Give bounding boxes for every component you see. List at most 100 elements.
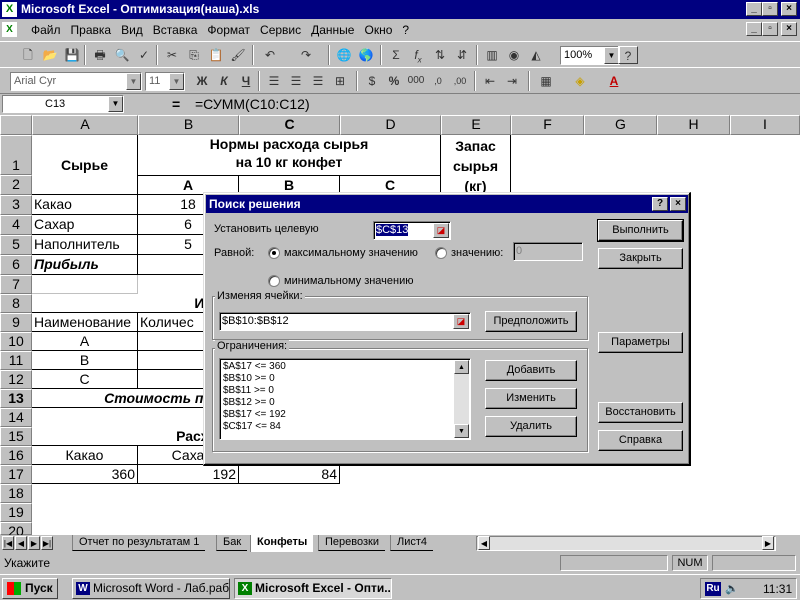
- column-header-e[interactable]: E: [441, 115, 511, 135]
- menu-help[interactable]: ?: [397, 23, 414, 37]
- row-header[interactable]: 9: [0, 313, 32, 332]
- sort-asc-icon[interactable]: ⇅: [430, 46, 450, 64]
- decrease-decimal-icon[interactable]: ,00: [450, 72, 470, 90]
- merge-center-icon[interactable]: ⊞: [330, 72, 350, 90]
- menu-edit[interactable]: Правка: [66, 23, 117, 37]
- web-toolbar-icon[interactable]: 🌎: [356, 46, 376, 64]
- cell-c17[interactable]: 84: [239, 465, 340, 484]
- maximize-button[interactable]: ▫: [762, 2, 778, 16]
- format-painter-icon[interactable]: 🖌: [228, 46, 248, 64]
- cell-a7[interactable]: [32, 275, 138, 294]
- cell-a16[interactable]: Какао: [32, 446, 138, 465]
- options-button[interactable]: Параметры: [598, 332, 683, 353]
- undo-icon[interactable]: ↶: [260, 46, 280, 64]
- row-header[interactable]: 10: [0, 332, 32, 351]
- row-header[interactable]: 13: [0, 389, 32, 408]
- autosum-icon[interactable]: Σ: [386, 46, 406, 64]
- print-preview-icon[interactable]: 🔍: [112, 46, 132, 64]
- column-header-f[interactable]: F: [511, 115, 584, 135]
- align-left-icon[interactable]: ☰: [264, 72, 284, 90]
- row-header[interactable]: 18: [0, 484, 32, 503]
- chevron-down-icon[interactable]: ▼: [108, 96, 123, 112]
- chart-wizard-icon[interactable]: ▥: [482, 46, 502, 64]
- target-cell-input[interactable]: $C$13 ◪: [373, 221, 451, 240]
- cell-a4[interactable]: Сахар: [32, 215, 138, 235]
- cell-a5[interactable]: Наполнитель: [32, 235, 138, 255]
- map-icon[interactable]: ◉: [504, 46, 524, 64]
- constraint-item[interactable]: $B$10 >= 0: [223, 373, 275, 385]
- horizontal-scrollbar[interactable]: [476, 536, 776, 551]
- scroll-right-icon[interactable]: ▶: [762, 536, 774, 550]
- delete-button[interactable]: Удалить: [485, 416, 577, 437]
- first-sheet-icon[interactable]: |◀: [2, 536, 14, 550]
- row-header[interactable]: 15: [0, 427, 32, 446]
- select-all-corner[interactable]: [0, 115, 32, 135]
- cell-a3[interactable]: Какао: [32, 195, 138, 215]
- borders-icon[interactable]: ▦: [536, 72, 556, 90]
- menu-insert[interactable]: Вставка: [148, 23, 203, 37]
- constraint-item[interactable]: $B$12 >= 0: [223, 397, 275, 409]
- redo-icon[interactable]: ↷: [296, 46, 316, 64]
- scroll-up-icon[interactable]: ▲: [454, 360, 469, 374]
- decrease-indent-icon[interactable]: ⇤: [480, 72, 500, 90]
- cell-a10[interactable]: A: [32, 332, 138, 351]
- chevron-down-icon[interactable]: ▼: [169, 73, 184, 90]
- row-header[interactable]: 12: [0, 370, 32, 389]
- row-header[interactable]: 4: [0, 215, 32, 235]
- column-header-a[interactable]: A: [32, 115, 138, 135]
- increase-indent-icon[interactable]: ⇥: [502, 72, 522, 90]
- solve-button[interactable]: Выполнить: [597, 219, 684, 242]
- sort-desc-icon[interactable]: ⇵: [452, 46, 472, 64]
- menu-window[interactable]: Окно: [359, 23, 397, 37]
- scroll-left-icon[interactable]: ◀: [478, 536, 490, 550]
- zoom-select[interactable]: 100% ▼: [560, 46, 620, 65]
- function-icon[interactable]: fx: [408, 46, 428, 64]
- row-header[interactable]: 14: [0, 408, 32, 427]
- task-excel-button[interactable]: X Microsoft Excel - Опти...: [234, 578, 392, 599]
- cell-a17[interactable]: 360: [32, 465, 138, 484]
- sheet-tab[interactable]: Перевозки: [318, 535, 385, 551]
- sheet-tab-active[interactable]: Конфеты: [250, 535, 314, 552]
- chevron-down-icon[interactable]: ▼: [604, 47, 619, 64]
- add-button[interactable]: Добавить: [485, 360, 577, 381]
- collapse-dialog-icon[interactable]: ◪: [433, 223, 449, 238]
- row-header[interactable]: 6: [0, 255, 32, 275]
- workbook-icon[interactable]: X: [2, 22, 17, 37]
- max-option-label[interactable]: максимальному значению: [284, 247, 418, 259]
- value-radio[interactable]: [435, 247, 447, 259]
- save-icon[interactable]: 💾: [62, 46, 82, 64]
- language-indicator[interactable]: Ru: [705, 582, 721, 596]
- cell-a1[interactable]: Сырье: [32, 135, 138, 195]
- row-header[interactable]: 1: [0, 135, 32, 175]
- scroll-down-icon[interactable]: ▼: [454, 424, 469, 438]
- percent-button[interactable]: %: [384, 72, 404, 90]
- comma-style-icon[interactable]: 000: [406, 72, 426, 90]
- cell-a11[interactable]: B: [32, 351, 138, 370]
- doc-close-button[interactable]: ×: [781, 22, 797, 36]
- row-header[interactable]: 3: [0, 195, 32, 215]
- last-sheet-icon[interactable]: ▶|: [41, 536, 53, 550]
- row-header[interactable]: 19: [0, 503, 32, 522]
- row-header[interactable]: 16: [0, 446, 32, 465]
- cell-b1[interactable]: Нормы расхода сырья на 10 кг конфет: [138, 135, 441, 175]
- prev-sheet-icon[interactable]: ◀: [15, 536, 27, 550]
- change-button[interactable]: Изменить: [485, 388, 577, 409]
- formula-equals[interactable]: =: [172, 96, 180, 112]
- font-color-icon[interactable]: A: [604, 72, 624, 90]
- row-header[interactable]: 17: [0, 465, 32, 484]
- cell-a12[interactable]: C: [32, 370, 138, 389]
- sheet-tab[interactable]: Отчет по результатам 1: [72, 535, 206, 551]
- value-input[interactable]: 0: [513, 242, 583, 261]
- speaker-icon[interactable]: 🔈: [725, 582, 739, 595]
- menu-tools[interactable]: Сервис: [255, 23, 306, 37]
- help-icon[interactable]: ?: [618, 46, 638, 64]
- row-header[interactable]: 2: [0, 175, 32, 195]
- reset-all-button[interactable]: Восстановить: [598, 402, 683, 423]
- close-dialog-button[interactable]: Закрыть: [598, 248, 683, 269]
- font-size-select[interactable]: 11 ▼: [145, 72, 185, 91]
- menu-format[interactable]: Формат: [202, 23, 255, 37]
- menu-file[interactable]: Файл: [26, 23, 66, 37]
- cut-icon[interactable]: ✂: [162, 46, 182, 64]
- align-right-icon[interactable]: ☰: [308, 72, 328, 90]
- row-header[interactable]: 20: [0, 522, 32, 535]
